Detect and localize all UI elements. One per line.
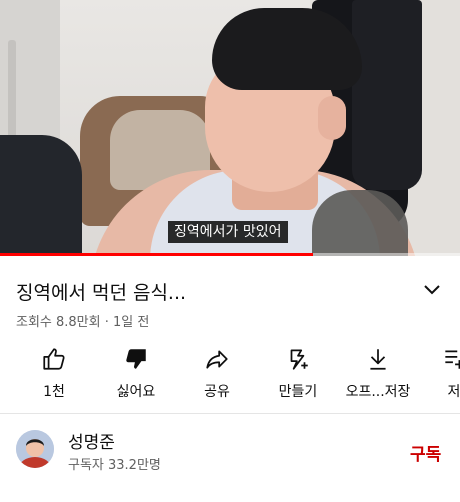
dislike-label: 싫어요 (116, 384, 156, 400)
share-button[interactable]: 공유 (177, 343, 257, 403)
download-button[interactable]: 오프...저장 (338, 343, 418, 403)
person-shoulder (0, 135, 82, 256)
expand-description-button[interactable] (420, 280, 444, 300)
video-meta[interactable]: 조회수 8.8만회 · 1일 전 (16, 311, 149, 330)
video-caption: 징역에서가 맛있어 (168, 221, 288, 243)
progress-bar[interactable] (0, 253, 313, 256)
like-count: 1천 (43, 384, 65, 400)
person-tattoo (312, 190, 408, 256)
hanging-jacket (352, 0, 422, 190)
channel-name[interactable]: 성명준 (68, 428, 115, 453)
download-icon (365, 346, 391, 372)
share-icon (204, 346, 230, 372)
subscriber-count: 구독자 33.2만명 (68, 458, 161, 473)
chevron-down-icon (424, 285, 440, 295)
share-label: 공유 (204, 384, 230, 400)
save-icon (441, 346, 460, 372)
download-label: 오프...저장 (345, 384, 411, 400)
thumb-up-icon (41, 346, 67, 372)
channel-avatar[interactable] (16, 430, 54, 468)
like-button[interactable]: 1천 (14, 343, 94, 403)
divider (0, 413, 460, 414)
save-button[interactable]: 저 (414, 343, 460, 403)
thumb-down-icon (123, 346, 149, 372)
avatar-image (16, 430, 54, 468)
person-hair (212, 8, 362, 90)
save-label: 저 (447, 384, 460, 400)
subscribe-button[interactable]: 구독 (410, 440, 441, 465)
video-title[interactable]: 징역에서 먹던 음식... (16, 278, 186, 305)
person-ear (318, 96, 346, 140)
remix-label: 만들기 (278, 384, 318, 400)
action-bar: 1천 싫어요 공유 만들기 오프...저장 저 (0, 343, 460, 405)
dislike-button[interactable]: 싫어요 (96, 343, 176, 403)
video-player[interactable]: 징역에서가 맛있어 (0, 0, 460, 256)
remix-icon (285, 346, 311, 372)
remix-button[interactable]: 만들기 (258, 343, 338, 403)
